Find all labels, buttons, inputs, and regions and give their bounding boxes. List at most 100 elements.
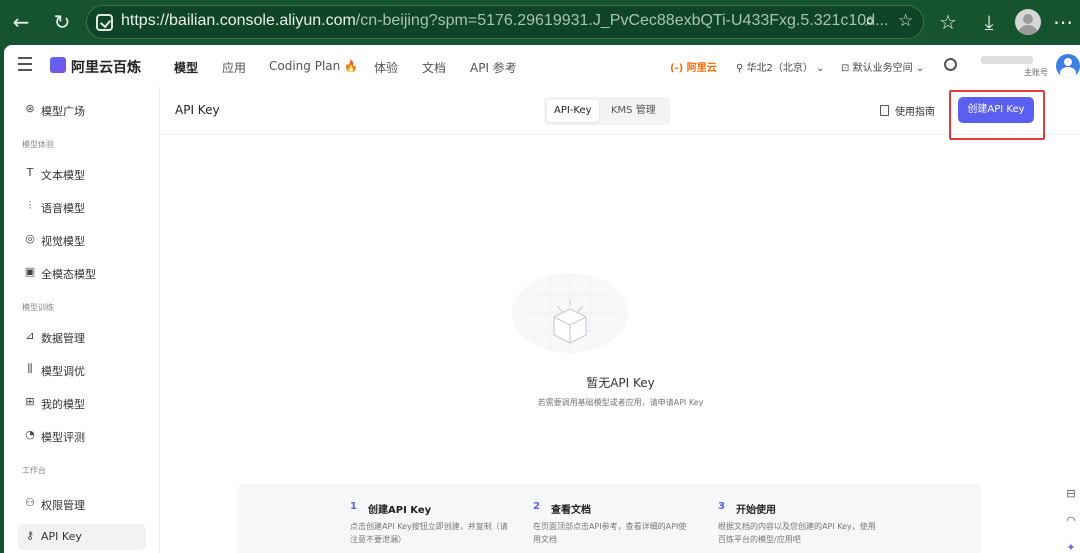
address-bar[interactable]: https://bailian.console.aliyun.com/cn-be… (86, 5, 924, 39)
text-icon: T (26, 166, 34, 179)
main-content: API Key API-Key KMS 管理 使用指南 创建API Key 暂无… (159, 87, 1080, 553)
hamburger-menu-icon[interactable] (18, 57, 32, 71)
nav-models[interactable]: 模型 (174, 59, 198, 76)
step-number: 3 (718, 501, 725, 512)
url-host: https://bailian.console.aliyun.com (121, 12, 356, 29)
step-number: 1 (350, 501, 357, 512)
tab-kms[interactable]: KMS 管理 (604, 100, 663, 122)
sidebar-item-model-tuning[interactable]: ⫼ 模型调优 (18, 357, 146, 383)
account-type: 主账号 (1024, 68, 1048, 77)
back-arrow-icon[interactable]: ← (8, 9, 34, 35)
step-title: 开始使用 (736, 505, 776, 516)
tab-api-key[interactable]: API-Key (547, 100, 599, 122)
nav-apps[interactable]: 应用 (222, 59, 246, 76)
sidebar-group-label: 模型训练 (22, 303, 54, 312)
sidebar-item-label: 我的模型 (41, 398, 85, 411)
region-label: 华北2（北京） (746, 63, 813, 74)
sliders-icon: ⫼ (27, 362, 33, 375)
step-description: 根据文档的内容以及您创建的API Key，使用百炼平台的模型/应用吧 (718, 522, 876, 544)
sidebar-item-label: 模型调优 (41, 365, 85, 378)
sidebar-item-vision-models[interactable]: ◎ 视觉模型 (18, 227, 146, 253)
url-path: /cn-beijing?spm=5176.29619931.J_PvCec88e… (355, 12, 889, 29)
reload-icon[interactable]: ↻ (49, 9, 75, 35)
pin-icon: ⚲ (736, 63, 744, 74)
multimodal-icon: ▣ (24, 265, 36, 278)
more-menu-icon[interactable]: ⋯ (1050, 9, 1076, 35)
step-title: 查看文档 (551, 505, 591, 516)
nav-coding-plan[interactable]: Coding Plan 🔥 (269, 59, 358, 73)
url-text: https://bailian.console.aliyun.com/cn-be… (121, 12, 888, 30)
nav-coding-plan-label: Coding Plan (269, 59, 341, 73)
zoom-icon[interactable]: ⌕ (865, 11, 875, 31)
step-number: 2 (533, 501, 540, 512)
document-icon (880, 105, 889, 116)
empty-state-title: 暂无API Key (586, 376, 655, 390)
sidebar-item-my-models[interactable]: ⊞ 我的模型 (18, 390, 146, 416)
favorites-list-icon[interactable]: ☆ (935, 9, 961, 35)
sidebar-item-text-models[interactable]: T 文本模型 (18, 161, 146, 187)
usage-guide-link[interactable]: 使用指南 (880, 103, 935, 118)
sidebar-item-data-management[interactable]: ⊿ 数据管理 (18, 324, 146, 350)
step-description: 点击创建API Key按钮立即创建，并复制（请注意不要泄漏） (350, 522, 508, 544)
sidebar-item-label: 模型评测 (41, 431, 85, 444)
usage-guide-label: 使用指南 (895, 107, 935, 118)
compass-icon: ⊛ (25, 102, 35, 115)
account-avatar[interactable] (1056, 54, 1080, 78)
nav-experience[interactable]: 体验 (374, 59, 398, 76)
audio-wave-icon: ⫶ (28, 199, 32, 212)
sidebar-item-model-square[interactable]: ⊛ 模型广场 (18, 97, 146, 123)
sidebar-item-model-evaluation[interactable]: ◔ 模型评测 (18, 423, 146, 449)
camera-icon: ◎ (25, 232, 35, 245)
sidebar-group-label: 模型体验 (22, 140, 54, 149)
clipboard-icon[interactable]: ⊟ (1064, 487, 1078, 501)
step-description: 在页面顶部点击API参考，查看详细的API使用文档 (533, 522, 687, 544)
chevron-down-icon: ⌄ (915, 63, 925, 74)
sidebar-item-label: 模型广场 (41, 105, 85, 118)
create-api-key-button[interactable]: 创建API Key (958, 97, 1034, 123)
aliyun-logo[interactable]: (-) 阿里云 (670, 59, 717, 74)
sidebar-item-label: 语音模型 (41, 202, 85, 215)
sidebar-item-api-key[interactable]: ⚷ API Key (18, 524, 146, 550)
empty-state-description: 若需要调用基础模型或者应用，请申请API Key (537, 398, 704, 407)
headset-icon[interactable]: ◠ (1064, 514, 1078, 528)
ai-assistant-icon[interactable]: ✦ (1064, 541, 1078, 553)
browser-profile-avatar[interactable] (1015, 9, 1041, 35)
key-icon: ⚷ (25, 529, 35, 542)
page-title: API Key (175, 103, 220, 117)
sidebar-item-label: 权限管理 (41, 499, 85, 512)
nav-docs[interactable]: 文档 (422, 59, 446, 76)
sidebar-item-label: 文本模型 (41, 169, 85, 182)
sidebar-item-permissions[interactable]: ⚇ 权限管理 (18, 491, 146, 517)
console-topbar: 阿里云百炼 模型 应用 Coding Plan 🔥 体验 文档 API 参考 (… (4, 45, 1080, 87)
empty-box-illustration (512, 273, 628, 353)
sidebar-item-label: 视觉模型 (41, 235, 85, 248)
site-info-icon[interactable] (96, 14, 113, 31)
nav-api-reference[interactable]: API 参考 (470, 59, 517, 76)
getting-started-steps: 1 创建API Key 点击创建API Key按钮立即创建，并复制（请注意不要泄… (237, 484, 981, 553)
sidebar-item-label: 数据管理 (41, 332, 85, 345)
chevron-down-icon: ⌄ (816, 63, 825, 74)
sidebar-item-omni-models[interactable]: ▣ 全模态模型 (18, 260, 146, 286)
step-title: 创建API Key (368, 505, 432, 516)
workspace-selector[interactable]: ⊡ 默认业务空间 ⌄ (841, 59, 924, 74)
tab-switcher: API-Key KMS 管理 (544, 97, 670, 125)
bailian-logo-icon (50, 57, 66, 73)
workspace-label: 默认业务空间 (852, 63, 913, 74)
sidebar-item-label: API Key (41, 530, 82, 543)
user-icon: ⚇ (25, 496, 35, 509)
sidebar: ⊛ 模型广场 模型体验 T 文本模型 ⫶ 语音模型 ◎ 视觉模型 ▣ 全模态模型… (4, 87, 159, 553)
downloads-icon[interactable]: ⤓ (976, 9, 1002, 35)
favorite-star-icon[interactable]: ☆ (898, 11, 913, 31)
brand-name: 阿里云百炼 (71, 60, 141, 76)
browser-toolbar: ← ↻ https://bailian.console.aliyun.com/c… (0, 0, 1080, 45)
console-app: 阿里云百炼 模型 应用 Coding Plan 🔥 体验 文档 API 参考 (… (4, 45, 1080, 553)
sidebar-group-label: 工作台 (22, 466, 46, 475)
lock-icon: ⊡ (841, 63, 850, 74)
account-name-redacted (981, 56, 1033, 64)
settings-gear-icon[interactable] (944, 58, 957, 71)
sidebar-item-audio-models[interactable]: ⫶ 语音模型 (18, 194, 146, 220)
grid-icon: ⊞ (25, 395, 35, 408)
region-selector[interactable]: ⚲ 华北2（北京） ⌄ (736, 59, 824, 74)
flame-icon: 🔥 (344, 60, 358, 73)
gauge-icon: ◔ (25, 428, 35, 441)
